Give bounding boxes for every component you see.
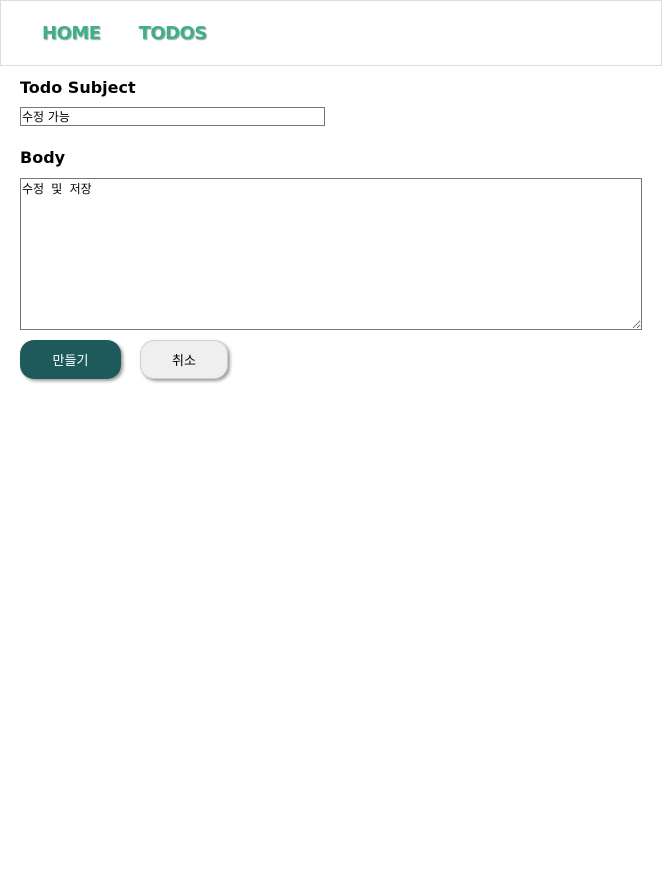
nav-link-home[interactable]: HOME bbox=[42, 23, 101, 44]
subject-label: Todo Subject bbox=[20, 78, 136, 97]
button-row: 만들기 취소 bbox=[20, 340, 642, 379]
body-textarea[interactable]: 수정 및 저장 bbox=[20, 178, 642, 330]
subject-input[interactable] bbox=[20, 107, 325, 126]
todo-form: Todo Subject Body 수정 및 저장 만들기 취소 bbox=[0, 78, 662, 379]
top-navbar: HOME TODOS bbox=[0, 0, 662, 66]
body-label: Body bbox=[20, 148, 66, 167]
nav-link-todos[interactable]: TODOS bbox=[139, 23, 208, 44]
create-button[interactable]: 만들기 bbox=[20, 340, 121, 379]
cancel-button[interactable]: 취소 bbox=[140, 340, 228, 379]
